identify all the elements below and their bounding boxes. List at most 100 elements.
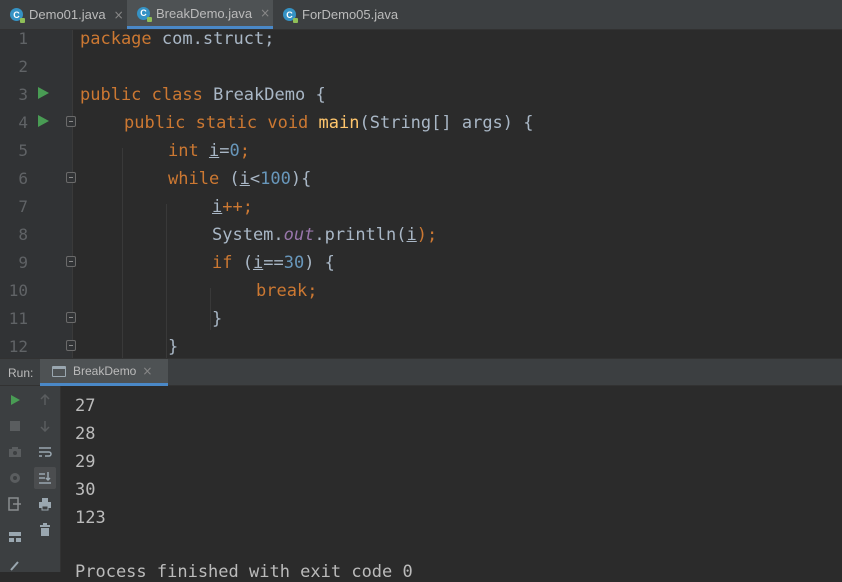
- code-text: com.struct;: [151, 30, 275, 49]
- close-icon[interactable]: ×: [114, 8, 124, 22]
- rerun-button[interactable]: [4, 389, 26, 411]
- layout-icon: [9, 532, 21, 542]
- clear-all-button[interactable]: [34, 519, 56, 541]
- code-line: 10 break;: [0, 282, 842, 310]
- tab-fordemo05[interactable]: C ForDemo05.java: [273, 0, 403, 29]
- pin-button[interactable]: [4, 554, 26, 576]
- keyword: public: [80, 85, 142, 105]
- keyword: int: [168, 141, 199, 161]
- pin-icon: [10, 561, 19, 571]
- semicolon: ;: [239, 141, 250, 161]
- code-line: 9 if (i==30) {: [0, 254, 842, 282]
- close-icon[interactable]: ×: [260, 6, 270, 20]
- line-number: 5: [18, 141, 28, 160]
- class-name: System.: [212, 225, 284, 245]
- code-text: ++;: [222, 197, 253, 217]
- output-line: 27: [75, 396, 96, 416]
- code-line: 4 public static void main(String[] args)…: [0, 114, 842, 142]
- tab-label: ForDemo05.java: [302, 7, 399, 22]
- code-text: ) {: [304, 253, 335, 273]
- run-gutter-icon[interactable]: [38, 115, 49, 127]
- output-line: 28: [75, 424, 96, 444]
- code-text: );: [416, 225, 438, 245]
- layout-button[interactable]: [4, 526, 26, 548]
- close-icon[interactable]: ×: [142, 364, 152, 378]
- keyword: while: [168, 169, 220, 189]
- code-text: (String[] args) {: [359, 113, 534, 133]
- code-line: 1 package com.struct;: [0, 30, 842, 58]
- fold-icon[interactable]: [66, 116, 76, 127]
- code-text: ){: [290, 169, 312, 189]
- fold-end-icon[interactable]: [66, 340, 76, 351]
- code-text: }: [168, 337, 179, 357]
- keyword: void: [267, 113, 309, 133]
- console-icon: [52, 365, 66, 377]
- variable: i: [252, 253, 264, 273]
- exit-icon: [8, 497, 21, 511]
- operator: =: [219, 141, 230, 161]
- scroll-to-end-icon: [39, 472, 51, 484]
- printer-icon: [39, 498, 51, 511]
- keyword: static: [195, 113, 258, 133]
- java-class-icon: C: [10, 8, 25, 23]
- code-text: }: [212, 309, 223, 329]
- tab-label: BreakDemo.java: [156, 5, 253, 21]
- run-toolbar: [0, 386, 30, 572]
- output-line: 30: [75, 480, 96, 500]
- console-toolbar: [30, 386, 61, 572]
- code-editor[interactable]: 1 package com.struct; 2 3 public class B…: [0, 30, 842, 358]
- run-tab-breakdemo[interactable]: BreakDemo ×: [40, 359, 168, 386]
- scroll-down-button[interactable]: [34, 415, 56, 437]
- output-line: 29: [75, 452, 96, 472]
- editor-tab-bar: C Demo01.java × C BreakDemo.java × C For…: [0, 0, 842, 30]
- code-line: 8 System.out.println(i);: [0, 226, 842, 254]
- line-number: 4: [18, 113, 28, 132]
- variable: i: [212, 197, 223, 217]
- run-gutter-icon[interactable]: [38, 87, 49, 99]
- tab-breakdemo[interactable]: C BreakDemo.java ×: [127, 0, 273, 29]
- arrow-down-icon: [40, 421, 50, 432]
- scroll-to-end-button[interactable]: [34, 467, 56, 489]
- variable: i: [208, 141, 220, 161]
- soft-wrap-icon: [39, 447, 52, 457]
- code-line: 11 }: [0, 310, 842, 338]
- run-tab-label: BreakDemo: [73, 364, 137, 378]
- dump-threads-button[interactable]: [4, 441, 26, 463]
- stop-button[interactable]: [4, 415, 26, 437]
- code-line: 2: [0, 58, 842, 86]
- code-text: .println(: [314, 225, 407, 245]
- fold-end-icon[interactable]: [66, 312, 76, 323]
- line-number: 2: [18, 57, 28, 76]
- semicolon: ;: [307, 281, 318, 301]
- play-icon: [11, 395, 20, 405]
- static-field: out: [283, 225, 315, 245]
- console-output[interactable]: 27 28 29 30 123 Process finished with ex…: [0, 386, 842, 582]
- code-text: (: [232, 253, 253, 273]
- line-number: 1: [18, 30, 28, 48]
- number: 30: [283, 253, 305, 273]
- number: 0: [229, 141, 240, 161]
- scroll-up-button[interactable]: [34, 389, 56, 411]
- line-number: 7: [18, 197, 28, 216]
- settings-button[interactable]: [4, 467, 26, 489]
- exit-button[interactable]: [4, 493, 26, 515]
- java-class-icon: C: [283, 8, 298, 23]
- code-line: 12 }: [0, 338, 842, 358]
- soft-wrap-button[interactable]: [34, 441, 56, 463]
- line-number: 12: [8, 337, 28, 356]
- method-name: main: [318, 113, 360, 133]
- stop-icon: [10, 421, 20, 431]
- tab-demo01[interactable]: C Demo01.java ×: [0, 0, 127, 29]
- code-text: (: [219, 169, 240, 189]
- camera-icon: [9, 447, 21, 457]
- keyword: if: [212, 253, 233, 273]
- line-number: 11: [8, 309, 28, 328]
- code-line: 7 i++;: [0, 198, 842, 226]
- output-line: 123: [75, 508, 106, 528]
- print-button[interactable]: [34, 493, 56, 515]
- class-name: BreakDemo {: [202, 85, 326, 105]
- fold-icon[interactable]: [66, 256, 76, 267]
- fold-icon[interactable]: [66, 172, 76, 183]
- line-number: 3: [18, 85, 28, 104]
- java-class-icon: C: [137, 6, 152, 22]
